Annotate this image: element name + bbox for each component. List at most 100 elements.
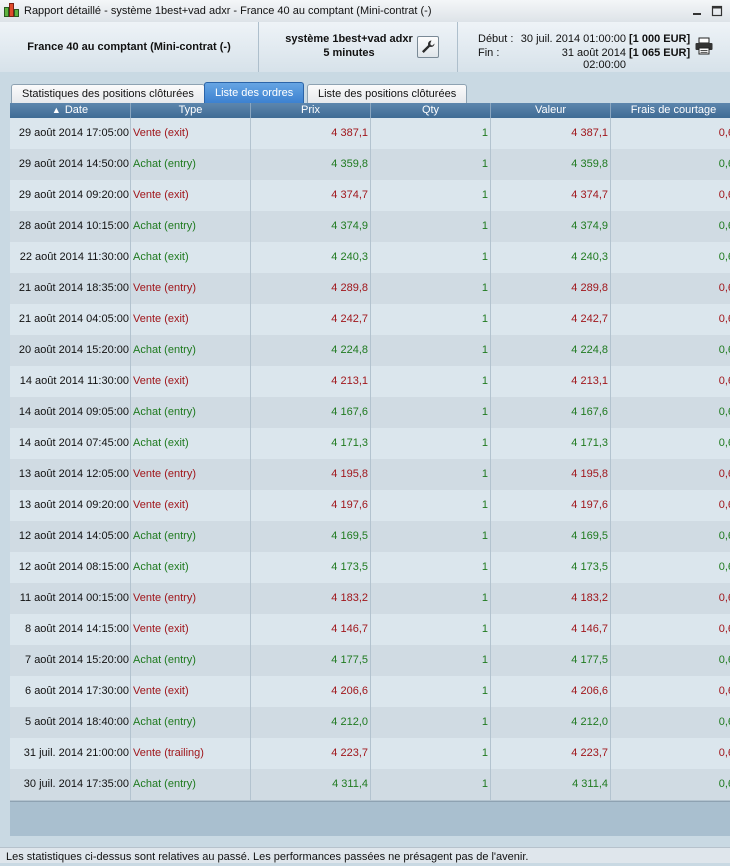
cell-date: 13 août 2014 09:20:00 xyxy=(10,490,131,521)
disclaimer-footer: Les statistiques ci-dessus sont relative… xyxy=(0,847,730,863)
cell-date: 5 août 2014 18:40:00 xyxy=(10,707,131,738)
start-label: Début : xyxy=(478,33,514,45)
table-row[interactable]: 29 août 2014 17:05:00 Vente (exit) 4 387,1… xyxy=(10,118,730,150)
table-row[interactable]: 14 août 2014 09:05:00 Achat (entry) 4 167,… xyxy=(10,397,730,429)
table-row[interactable]: 6 août 2014 17:30:00 Vente (exit) 4 206,6 1… xyxy=(10,676,730,708)
start-capital: [1 000 EUR] xyxy=(629,33,691,45)
cell-prix: 4 289,8 xyxy=(251,273,371,304)
tab-order-list[interactable]: Liste des ordres xyxy=(204,82,305,104)
cell-frais: 0,6 xyxy=(718,592,730,604)
cell-valeur: 4 195,8 xyxy=(491,459,611,490)
cell-valeur: 4 374,9 xyxy=(491,211,611,242)
cell-qty: 1 xyxy=(371,211,491,242)
cell-date: 12 août 2014 08:15:00 xyxy=(10,552,131,583)
printer-icon[interactable] xyxy=(694,37,714,55)
cell-valeur: 4 173,5 xyxy=(491,552,611,583)
cell-prix: 4 195,8 xyxy=(251,459,371,490)
cell-valeur: 4 359,8 xyxy=(491,149,611,180)
table-row[interactable]: 29 août 2014 09:20:00 Vente (exit) 4 374,7… xyxy=(10,180,730,212)
cell-date: 20 août 2014 15:20:00 xyxy=(10,335,131,366)
cell-qty: 1 xyxy=(371,180,491,211)
cell-date: 28 août 2014 10:15:00 xyxy=(10,211,131,242)
cell-date: 14 août 2014 09:05:00 xyxy=(10,397,131,428)
cell-frais: 0,6 xyxy=(718,747,730,759)
cell-qty: 1 xyxy=(371,645,491,676)
cell-type: Vente (exit) xyxy=(131,118,251,149)
column-header-prix[interactable]: Prix xyxy=(251,103,371,118)
cell-prix: 4 311,4 xyxy=(251,769,371,800)
table-row[interactable]: 7 août 2014 15:20:00 Achat (entry) 4 177,5… xyxy=(10,645,730,677)
table-row[interactable]: 5 août 2014 18:40:00 Achat (entry) 4 212,0… xyxy=(10,707,730,739)
cell-prix: 4 242,7 xyxy=(251,304,371,335)
cell-qty: 1 xyxy=(371,242,491,273)
date-range: Début : 30 juil. 2014 01:00:00 [1 000 EU… xyxy=(458,22,730,72)
table-row[interactable]: 11 août 2014 00:15:00 Vente (entry) 4 183,… xyxy=(10,583,730,615)
cell-type: Achat (entry) xyxy=(131,335,251,366)
cell-date: 31 juil. 2014 21:00:00 xyxy=(10,738,131,769)
minimize-icon[interactable] xyxy=(690,4,704,18)
cell-frais: 0,6 xyxy=(718,251,730,263)
cell-frais: 0,6 xyxy=(718,530,730,542)
cell-date: 29 août 2014 17:05:00 xyxy=(10,118,131,149)
cell-valeur: 4 223,7 xyxy=(491,738,611,769)
cell-type: Vente (entry) xyxy=(131,273,251,304)
table-row[interactable]: 28 août 2014 10:15:00 Achat (entry) 4 374,… xyxy=(10,211,730,243)
maximize-icon[interactable] xyxy=(710,4,724,18)
cell-prix: 4 374,9 xyxy=(251,211,371,242)
cell-prix: 4 359,8 xyxy=(251,149,371,180)
cell-frais: 0,6 xyxy=(718,685,730,697)
cell-prix: 4 183,2 xyxy=(251,583,371,614)
cell-valeur: 4 169,5 xyxy=(491,521,611,552)
cell-valeur: 4 224,8 xyxy=(491,335,611,366)
tab-closed-positions-stats[interactable]: Statistiques des positions clôturées xyxy=(11,84,205,103)
cell-frais: 0,6 xyxy=(718,778,730,790)
cell-date: 6 août 2014 17:30:00 xyxy=(10,676,131,707)
table-row[interactable]: 12 août 2014 14:05:00 Achat (entry) 4 169,… xyxy=(10,521,730,553)
column-header-date[interactable]: ▲ Date xyxy=(10,103,131,118)
window-title: Rapport détaillé - système 1best+vad adx… xyxy=(24,5,432,17)
table-row[interactable]: 13 août 2014 12:05:00 Vente (entry) 4 195,… xyxy=(10,459,730,491)
cell-prix: 4 197,6 xyxy=(251,490,371,521)
cell-qty: 1 xyxy=(371,335,491,366)
cell-type: Achat (exit) xyxy=(131,428,251,459)
cell-frais: 0,6 xyxy=(718,499,730,511)
cell-date: 11 août 2014 00:15:00 xyxy=(10,583,131,614)
cell-type: Vente (entry) xyxy=(131,583,251,614)
cell-type: Achat (entry) xyxy=(131,397,251,428)
table-row[interactable]: 29 août 2014 14:50:00 Achat (entry) 4 359,… xyxy=(10,149,730,181)
cell-qty: 1 xyxy=(371,521,491,552)
table-row[interactable]: 31 juil. 2014 21:00:00 Vente (trailing) 4 … xyxy=(10,738,730,770)
table-row[interactable]: 21 août 2014 04:05:00 Vente (exit) 4 242,7… xyxy=(10,304,730,336)
column-header-type[interactable]: Type xyxy=(131,103,251,118)
column-header-qty[interactable]: Qty xyxy=(371,103,491,118)
cell-valeur: 4 387,1 xyxy=(491,118,611,149)
start-date: 30 juil. 2014 01:00:00 xyxy=(520,33,626,45)
table-row[interactable]: 8 août 2014 14:15:00 Vente (exit) 4 146,7 1… xyxy=(10,614,730,646)
wrench-icon[interactable] xyxy=(417,36,439,58)
cell-valeur: 4 167,6 xyxy=(491,397,611,428)
cell-qty: 1 xyxy=(371,552,491,583)
cell-qty: 1 xyxy=(371,397,491,428)
table-row[interactable]: 13 août 2014 09:20:00 Vente (exit) 4 197,6… xyxy=(10,490,730,522)
column-header-frais[interactable]: Frais de courtage xyxy=(611,103,730,118)
cell-frais: 0,6 xyxy=(718,375,730,387)
table-row[interactable]: 21 août 2014 18:35:00 Vente (entry) 4 289,… xyxy=(10,273,730,305)
table-row[interactable]: 14 août 2014 07:45:00 Achat (exit) 4 171,3… xyxy=(10,428,730,460)
cell-frais: 0,6 xyxy=(718,282,730,294)
cell-prix: 4 240,3 xyxy=(251,242,371,273)
table-row[interactable]: 30 juil. 2014 17:35:00 Achat (entry) 4 311… xyxy=(10,769,730,801)
table-row[interactable]: 22 août 2014 11:30:00 Achat (exit) 4 240,3… xyxy=(10,242,730,274)
cell-date: 13 août 2014 12:05:00 xyxy=(10,459,131,490)
column-header-valeur[interactable]: Valeur xyxy=(491,103,611,118)
cell-frais: 0,6 xyxy=(718,406,730,418)
cell-type: Vente (trailing) xyxy=(131,738,251,769)
table-row[interactable]: 20 août 2014 15:20:00 Achat (entry) 4 224,… xyxy=(10,335,730,367)
table-row[interactable]: 14 août 2014 11:30:00 Vente (exit) 4 213,1… xyxy=(10,366,730,398)
cell-frais: 0,6 xyxy=(718,561,730,573)
cell-valeur: 4 242,7 xyxy=(491,304,611,335)
tab-closed-positions-list[interactable]: Liste des positions clôturées xyxy=(307,84,468,103)
cell-valeur: 4 289,8 xyxy=(491,273,611,304)
cell-prix: 4 177,5 xyxy=(251,645,371,676)
table-row[interactable]: 12 août 2014 08:15:00 Achat (exit) 4 173,5… xyxy=(10,552,730,584)
cell-prix: 4 374,7 xyxy=(251,180,371,211)
